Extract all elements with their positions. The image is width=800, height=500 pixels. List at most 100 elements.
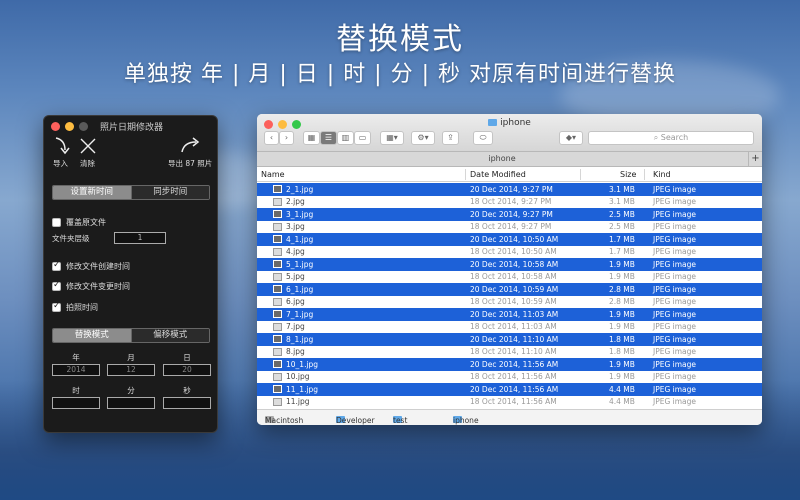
file-size: 1.9 MB [609, 359, 635, 369]
file-row[interactable]: 3_1.jpg 20 Dec 2014, 9:27 PM 2.5 MB JPEG im… [257, 208, 762, 221]
day-field[interactable]: 20 [163, 364, 211, 376]
path-bar: Macintosh HD Developer test folder iphon… [257, 409, 762, 425]
file-kind: JPEG image [653, 322, 697, 331]
clear-label: 清除 [80, 159, 95, 168]
file-row[interactable]: 10_1.jpg 20 Dec 2014, 11:56 AM 1.9 MB JPEG … [257, 358, 762, 371]
file-date: 20 Dec 2014, 9:27 PM [470, 209, 553, 219]
file-row[interactable]: 7.jpg 18 Oct 2014, 11:03 AM 1.9 MB JPEG ima… [257, 320, 762, 333]
option-label: 拍照时间 [66, 303, 98, 312]
clear-x-icon [80, 138, 96, 154]
list-view-button[interactable]: ☰ [320, 131, 337, 145]
file-kind: JPEG image [653, 397, 697, 406]
file-size: 1.9 MB [609, 322, 635, 331]
month-field[interactable]: 12 [107, 364, 155, 376]
overwrite-label: 覆盖原文件 [66, 218, 106, 227]
file-size: 1.9 MB [609, 259, 635, 269]
icon-view-button[interactable]: ▦ [303, 131, 320, 145]
file-row[interactable]: 7_1.jpg 20 Dec 2014, 11:03 AM 1.9 MB JPEG i… [257, 308, 762, 321]
file-row[interactable]: 2.jpg 18 Oct 2014, 9:27 PM 3.1 MB JPEG imag… [257, 195, 762, 208]
action-gear-button[interactable]: ⚙▾ [411, 131, 435, 145]
file-date: 20 Dec 2014, 10:58 AM [470, 259, 559, 269]
new-tab-button[interactable]: + [748, 152, 762, 166]
share-button[interactable]: ⇪ [442, 131, 459, 145]
overwrite-checkbox[interactable]: 覆盖原文件 [52, 217, 106, 228]
file-row[interactable]: 8.jpg 18 Oct 2014, 11:10 AM 1.8 MB JPEG ima… [257, 345, 762, 358]
file-name: 10.jpg [286, 372, 310, 381]
file-kind: JPEG image [653, 334, 697, 344]
hour-field[interactable] [52, 397, 100, 409]
option-create-time[interactable]: 修改文件创建时间 [52, 260, 130, 272]
option-label: 修改文件变更时间 [66, 282, 130, 291]
file-name: 2.jpg [286, 197, 305, 206]
file-name: 6.jpg [286, 297, 305, 306]
folder-level-field[interactable]: 1 [114, 232, 166, 244]
year-field[interactable]: 2014 [52, 364, 100, 376]
file-row[interactable]: 6.jpg 18 Oct 2014, 10:59 AM 2.8 MB JPEG ima… [257, 295, 762, 308]
file-row[interactable]: 11.jpg 18 Oct 2014, 11:56 AM 4.4 MB JPEG im… [257, 395, 762, 408]
tab-set-new-time[interactable]: 设置新时间 [53, 186, 131, 199]
file-date: 20 Dec 2014, 9:27 PM [470, 184, 553, 194]
second-field[interactable] [163, 397, 211, 409]
dropbox-button[interactable]: ◆▾ [559, 131, 583, 145]
file-name: 7_1.jpg [286, 309, 314, 319]
jpeg-thumbnail-icon [273, 235, 282, 243]
file-row[interactable]: 6_1.jpg 20 Dec 2014, 10:59 AM 2.8 MB JPEG i… [257, 283, 762, 296]
column-view-button[interactable]: ▥ [337, 131, 354, 145]
tab-iphone[interactable]: iphone [257, 152, 747, 166]
jpeg-thumbnail-icon [273, 322, 282, 331]
file-kind: JPEG image [653, 222, 697, 231]
file-kind: JPEG image [653, 197, 697, 206]
jpeg-thumbnail-icon [273, 310, 282, 318]
forward-button[interactable]: › [279, 131, 294, 145]
file-date: 20 Dec 2014, 10:59 AM [470, 284, 559, 294]
minute-field[interactable] [107, 397, 155, 409]
file-size: 1.9 MB [609, 372, 635, 381]
back-button[interactable]: ‹ [264, 131, 279, 145]
file-date: 18 Oct 2014, 11:10 AM [470, 347, 557, 356]
file-name: 11.jpg [286, 397, 310, 406]
jpeg-thumbnail-icon [273, 247, 282, 256]
file-row[interactable]: 3.jpg 18 Oct 2014, 9:27 PM 2.5 MB JPEG imag… [257, 220, 762, 233]
jpeg-thumbnail-icon [273, 385, 282, 393]
file-row[interactable]: 11_1.jpg 20 Dec 2014, 11:56 AM 4.4 MB JPEG … [257, 383, 762, 396]
file-row[interactable]: 8_1.jpg 20 Dec 2014, 11:10 AM 1.8 MB JPEG i… [257, 333, 762, 346]
export-label: 导出 87 照片 [168, 159, 213, 168]
column-kind[interactable]: Kind [653, 170, 671, 179]
option-modify-time[interactable]: 修改文件变更时间 [52, 280, 130, 292]
arrange-menu-button[interactable]: ▦▾ [380, 131, 404, 145]
file-name: 8.jpg [286, 347, 305, 356]
file-kind: JPEG image [653, 309, 697, 319]
checkbox-box[interactable] [52, 218, 61, 227]
file-row[interactable]: 4_1.jpg 20 Dec 2014, 10:50 AM 1.7 MB JPEG i… [257, 233, 762, 246]
coverflow-view-button[interactable]: ▭ [354, 131, 371, 145]
file-name: 2_1.jpg [286, 184, 314, 194]
column-date[interactable]: Date Modified [470, 170, 526, 179]
tab-offset-mode[interactable]: 偏移模式 [130, 329, 209, 342]
file-kind: JPEG image [653, 384, 697, 394]
tags-button[interactable]: ⬭ [473, 131, 493, 145]
file-size: 1.7 MB [609, 247, 635, 256]
checkbox-box[interactable] [52, 301, 61, 312]
file-row[interactable]: 2_1.jpg 20 Dec 2014, 9:27 PM 3.1 MB JPEG im… [257, 183, 762, 196]
file-row[interactable]: 5.jpg 18 Oct 2014, 10:58 AM 1.9 MB JPEG ima… [257, 270, 762, 283]
search-input[interactable]: ⌕ Search [588, 131, 754, 145]
file-date: 18 Oct 2014, 10:58 AM [470, 272, 557, 281]
file-date: 18 Oct 2014, 11:03 AM [470, 322, 557, 331]
file-row[interactable]: 10.jpg 18 Oct 2014, 11:56 AM 1.9 MB JPEG im… [257, 370, 762, 383]
finder-tabbar: iphone + [257, 152, 762, 167]
column-header: Name Date Modified Size Kind [257, 167, 762, 182]
jpeg-thumbnail-icon [273, 272, 282, 281]
checkbox-box[interactable] [52, 260, 61, 271]
checkbox-box[interactable] [52, 280, 61, 291]
window-title: 照片日期修改器 [99, 123, 163, 133]
column-name[interactable]: Name [261, 170, 285, 179]
file-row[interactable]: 4.jpg 18 Oct 2014, 10:50 AM 1.7 MB JPEG ima… [257, 245, 762, 258]
tab-sync-time[interactable]: 同步时间 [130, 186, 209, 199]
option-photo-time[interactable]: 拍照时间 [52, 301, 98, 313]
file-date: 18 Oct 2014, 11:56 AM [470, 372, 557, 381]
file-row[interactable]: 5_1.jpg 20 Dec 2014, 10:58 AM 1.9 MB JPEG i… [257, 258, 762, 271]
column-size[interactable]: Size [620, 170, 636, 179]
file-date: 18 Oct 2014, 9:27 PM [470, 222, 552, 231]
file-size: 1.8 MB [609, 334, 635, 344]
tab-replace-mode[interactable]: 替换模式 [53, 329, 131, 342]
